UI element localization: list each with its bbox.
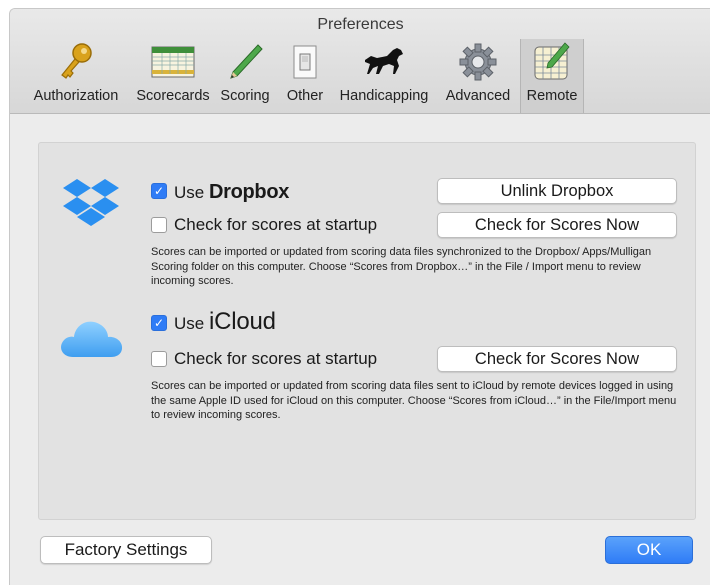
use-prefix: Use (174, 314, 205, 333)
tab-label: Remote (526, 88, 578, 104)
window-title: Preferences (317, 16, 404, 33)
dropbox-brand: Dropbox (208, 181, 290, 203)
preferences-toolbar: Authorization Scorecards Scoring Other H… (10, 39, 710, 113)
tab-label: Advanced (445, 88, 511, 104)
ok-button[interactable]: OK (605, 536, 693, 564)
factory-settings-button[interactable]: Factory Settings (40, 536, 212, 564)
use-icloud-label: Use iCloud (174, 308, 276, 336)
preferences-window: Preferences Authorization Scorecards Sco… (9, 8, 710, 585)
icloud-startup-checkbox[interactable] (151, 351, 167, 367)
horse-icon (361, 39, 407, 85)
icloud-startup-label: Check for scores at startup (174, 349, 378, 368)
dropbox-startup-checkbox[interactable] (151, 217, 167, 233)
remote-settings-panel: ✓ Use Dropbox Check for scores at startu… (38, 142, 696, 520)
switch-icon (292, 39, 318, 85)
tab-label: Authorization (33, 88, 119, 104)
use-icloud-checkbox[interactable]: ✓ (151, 315, 167, 331)
icloud-description: Scores can be imported or updated from s… (151, 380, 677, 421)
icloud-check-scores-button[interactable]: Check for Scores Now (437, 346, 677, 372)
scorecard-icon (150, 39, 196, 85)
tab-scoring[interactable]: Scoring (216, 39, 274, 113)
unlink-dropbox-button[interactable]: Unlink Dropbox (437, 178, 677, 204)
gear-icon (457, 39, 499, 85)
tab-authorization[interactable]: Authorization (22, 39, 130, 113)
tab-handicapping[interactable]: Handicapping (334, 39, 434, 113)
tab-other[interactable]: Other (280, 39, 330, 113)
use-prefix: Use (174, 183, 205, 202)
icloud-icon (57, 311, 127, 368)
title-bar: Preferences Authorization Scorecards Sco… (10, 9, 710, 114)
tab-label: Other (286, 88, 324, 104)
tab-label: Scorecards (136, 88, 210, 104)
tab-label: Scoring (220, 88, 270, 104)
dropbox-icon (59, 175, 123, 240)
dropbox-startup-label: Check for scores at startup (174, 215, 378, 234)
scorecard-pencil-icon (532, 39, 572, 85)
tab-advanced[interactable]: Advanced (442, 39, 514, 113)
icloud-brand: iCloud (208, 308, 276, 335)
tab-label: Handicapping (339, 88, 429, 104)
use-dropbox-label: Use Dropbox (174, 181, 289, 204)
dropbox-description: Scores can be imported or updated from s… (151, 246, 652, 287)
use-dropbox-checkbox[interactable]: ✓ (151, 183, 167, 199)
tab-remote[interactable]: Remote (520, 39, 584, 113)
pencil-icon (225, 39, 265, 85)
tab-scorecards[interactable]: Scorecards (128, 39, 218, 113)
key-icon (56, 39, 96, 85)
dropbox-check-scores-button[interactable]: Check for Scores Now (437, 212, 677, 238)
